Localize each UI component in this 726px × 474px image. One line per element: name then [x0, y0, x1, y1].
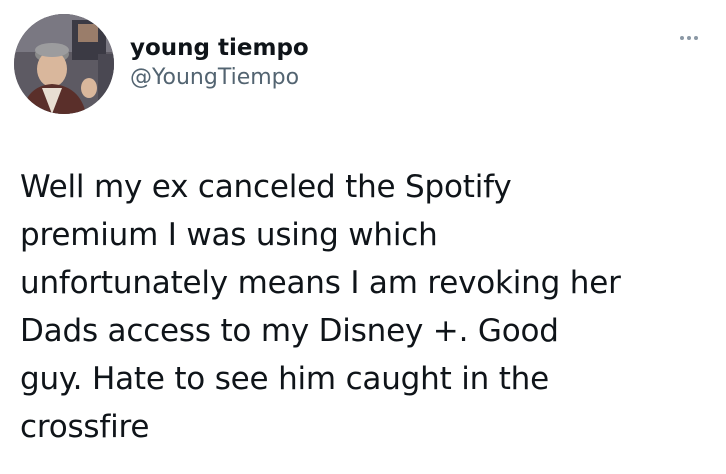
- avatar-photo: [14, 14, 114, 114]
- dot: [680, 36, 684, 40]
- tweet-card: young tiempo @YoungTiempo Well my ex can…: [0, 0, 726, 474]
- user-info[interactable]: young tiempo @YoungTiempo: [130, 34, 309, 92]
- ellipsis-icon[interactable]: [672, 28, 706, 48]
- dot: [687, 36, 691, 40]
- dot: [694, 36, 698, 40]
- avatar[interactable]: [14, 14, 114, 114]
- display-name[interactable]: young tiempo: [130, 34, 309, 62]
- tweet-text: Well my ex canceled the Spotify premium …: [20, 169, 621, 445]
- user-handle[interactable]: @YoungTiempo: [130, 64, 309, 92]
